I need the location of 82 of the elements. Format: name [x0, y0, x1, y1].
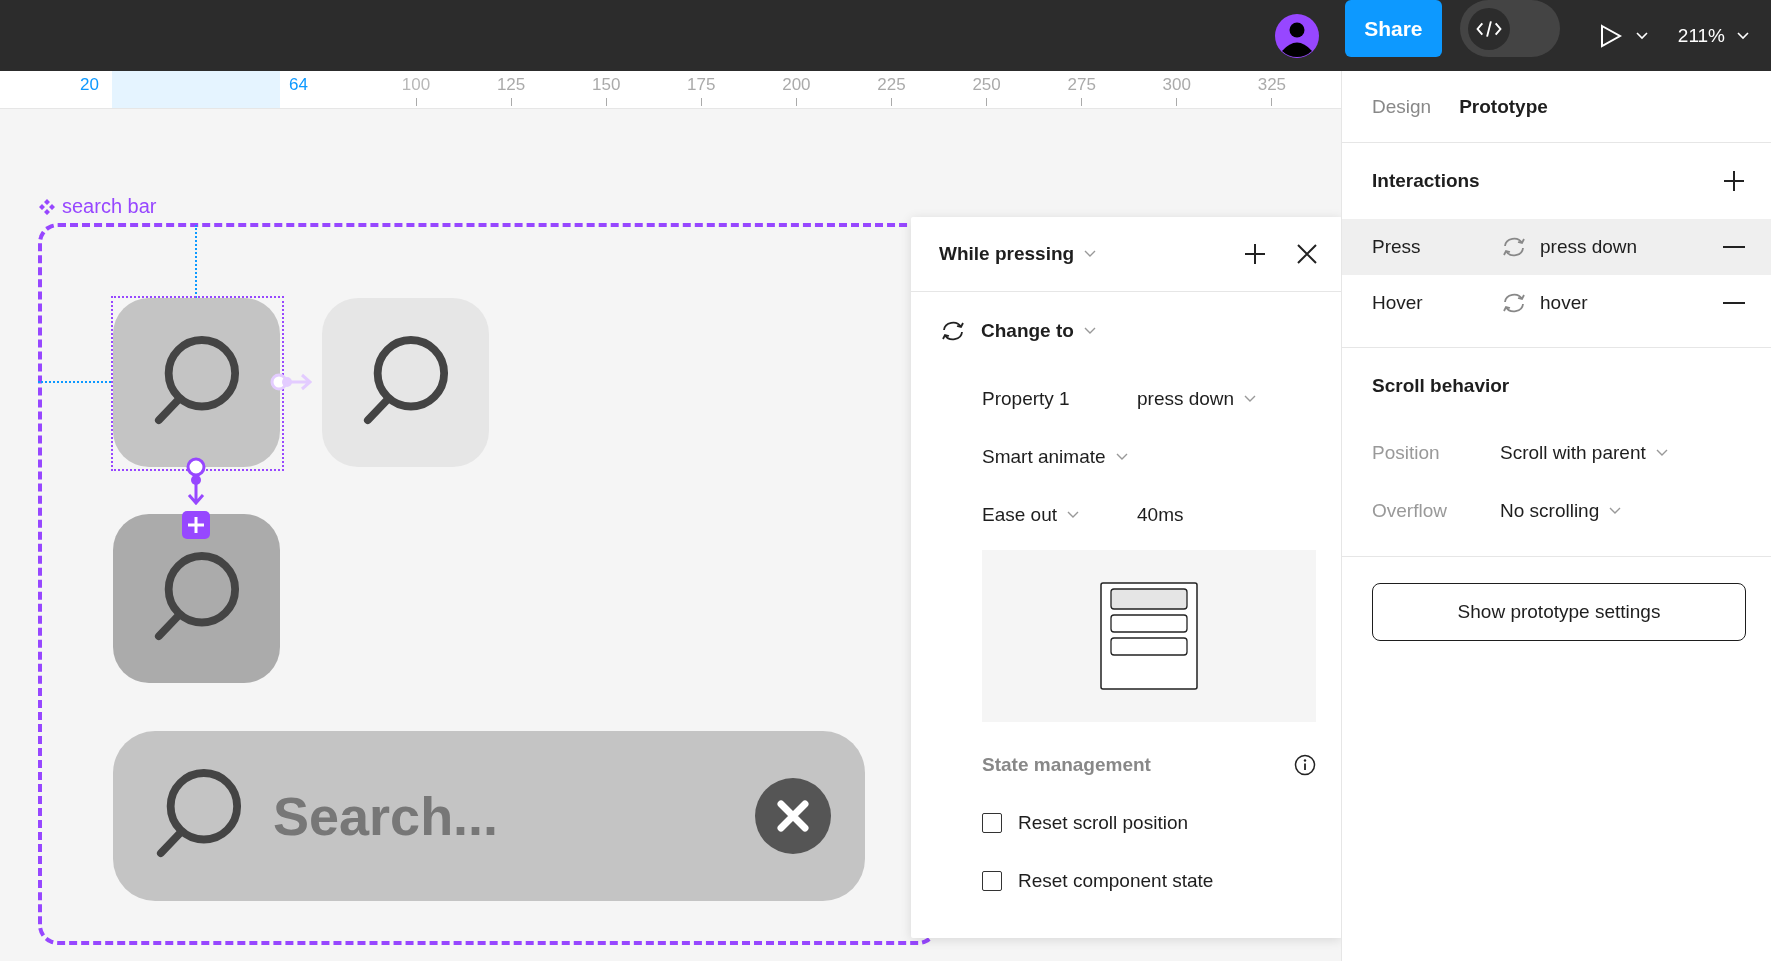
play-icon [1599, 23, 1622, 48]
frame-name: search bar [62, 195, 157, 218]
chevron-down-icon [1609, 507, 1622, 515]
ruler-label: 200 [782, 75, 811, 95]
section-title: State management [982, 754, 1151, 776]
animation-dropdown[interactable]: Smart animate [982, 446, 1128, 468]
ruler-label: 64 [289, 75, 308, 95]
easing-dropdown[interactable]: Ease out [982, 504, 1137, 526]
trigger-dropdown[interactable]: While pressing [939, 243, 1097, 265]
action-dropdown[interactable]: Change to [981, 320, 1096, 342]
property-label: Property 1 [982, 388, 1071, 410]
show-prototype-settings-button[interactable]: Show prototype settings [1372, 583, 1746, 641]
ruler-tick [1271, 98, 1273, 106]
zoom-menu[interactable]: 211% [1677, 24, 1749, 47]
icon-variant[interactable] [322, 298, 489, 467]
ruler-label: 325 [1257, 75, 1287, 95]
ruler-label: 300 [1162, 75, 1191, 95]
ruler-tick [795, 98, 797, 106]
panel-tab[interactable]: Prototype [1459, 95, 1548, 118]
interaction-row[interactable]: Hover hover [1342, 275, 1771, 331]
ruler-label: 275 [1067, 75, 1096, 95]
ruler-tick [986, 98, 988, 106]
chevron-down-icon [1244, 395, 1257, 403]
panel-tab[interactable]: Design [1372, 95, 1432, 118]
avatar-icon[interactable] [1274, 13, 1319, 58]
field-dropdown[interactable]: Scroll with parent [1500, 442, 1668, 464]
code-toggle[interactable] [1459, 0, 1560, 57]
prototype-connector[interactable] [184, 457, 208, 505]
ruler-label: 175 [687, 75, 716, 95]
interaction-target: hover [1540, 292, 1589, 314]
ruler-tick [510, 98, 512, 106]
checkbox-label: Reset scroll position [1018, 812, 1189, 834]
close-icon[interactable] [1296, 243, 1318, 265]
remove-icon[interactable] [1723, 245, 1745, 249]
component-icon [38, 197, 56, 216]
interaction-trigger: Press [1372, 236, 1422, 258]
add-icon[interactable] [1244, 243, 1266, 265]
field-label: Overflow [1372, 500, 1448, 522]
interaction-target: press down [1540, 236, 1639, 258]
ruler-label: 150 [592, 75, 621, 95]
frame-label[interactable]: search bar [38, 195, 157, 218]
interaction-row[interactable]: Press press down [1342, 219, 1771, 275]
ruler-tick [700, 98, 702, 106]
ruler-tick [605, 98, 607, 106]
checkbox[interactable] [982, 871, 1002, 891]
info-icon[interactable] [1294, 754, 1316, 776]
chevron-down-icon [1737, 31, 1749, 40]
section-title: Scroll behavior [1372, 375, 1510, 397]
chevron-down-icon [1115, 453, 1128, 461]
duration-field[interactable]: 40ms [1137, 504, 1184, 526]
field-label: Position [1372, 442, 1441, 464]
code-icon [1467, 7, 1510, 50]
chevron-down-icon [1655, 449, 1668, 457]
chevron-down-icon [1067, 511, 1079, 519]
ruler-tick [1176, 98, 1178, 106]
swap-icon [1500, 236, 1528, 258]
chevron-down-icon [1083, 327, 1096, 335]
clear-icon [755, 778, 831, 854]
swap-icon [1500, 292, 1528, 314]
checkbox-label: Reset component state [1018, 870, 1214, 892]
ruler-tick [1081, 98, 1083, 106]
search-text: Search... [273, 785, 500, 847]
swap-icon [939, 320, 967, 342]
present-button[interactable] [1599, 23, 1648, 48]
ruler-label: 100 [401, 75, 431, 95]
ruler-label: 125 [496, 75, 526, 95]
chevron-down-icon [1084, 250, 1097, 258]
ruler-label: 250 [972, 75, 1001, 95]
checkbox[interactable] [982, 813, 1002, 833]
ruler-label: 225 [877, 75, 906, 95]
icon-variant[interactable] [113, 298, 280, 467]
remove-icon[interactable] [1723, 301, 1745, 305]
icon-variant[interactable] [113, 514, 280, 683]
field-dropdown[interactable]: No scrolling [1500, 500, 1622, 522]
ruler-tick [891, 98, 892, 106]
chevron-down-icon [1635, 31, 1648, 40]
section-title: Interactions [1372, 170, 1480, 192]
ruler-tick [415, 98, 417, 106]
property-dropdown[interactable]: press down [1137, 388, 1257, 410]
add-icon[interactable] [1723, 170, 1745, 192]
interaction-trigger: Hover [1372, 292, 1424, 314]
ruler-label: 20 [80, 75, 99, 95]
